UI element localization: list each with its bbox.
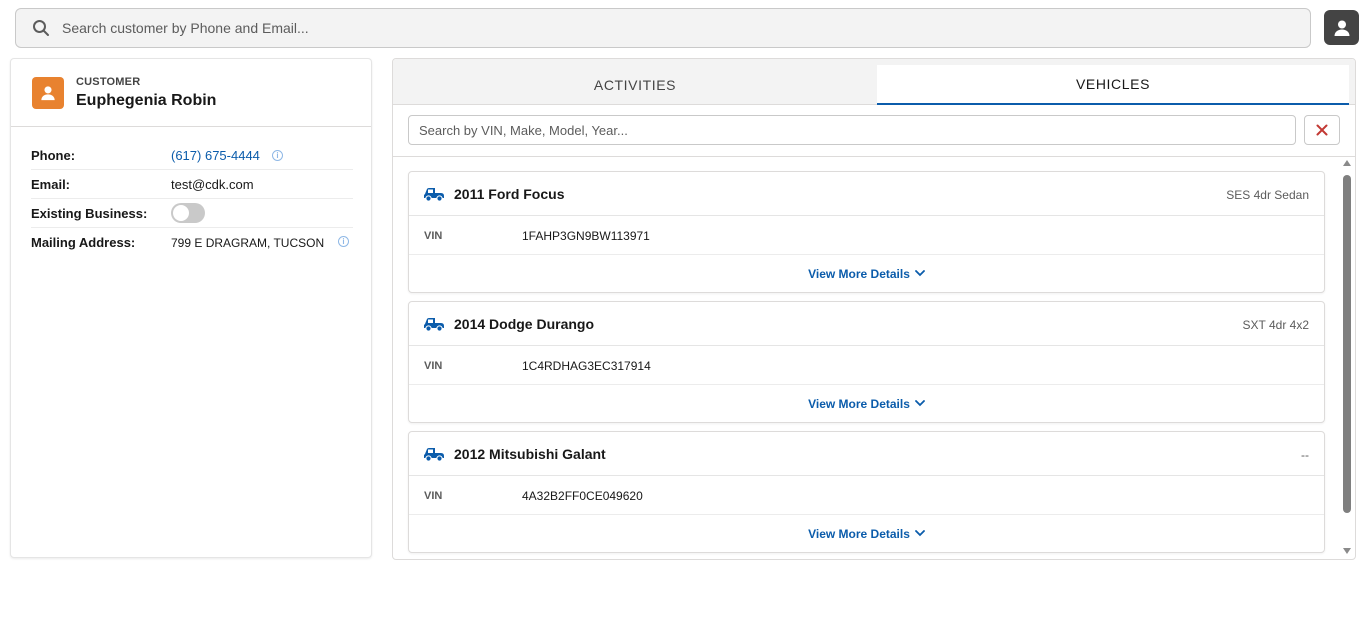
- view-more-label: View More Details: [808, 526, 910, 541]
- vehicle-title: 2011 Ford Focus: [454, 186, 565, 202]
- vehicles-panel: ACTIVITIES VEHICLES 2011 Ford Focus SES …: [392, 58, 1356, 560]
- existing-business-label: Existing Business:: [31, 205, 148, 221]
- vehicle-card-header: 2011 Ford Focus SES 4dr Sedan: [409, 172, 1324, 216]
- car-icon: [424, 448, 444, 462]
- vehicle-trim: SXT 4dr 4x2: [1242, 318, 1309, 332]
- vehicle-vin-row: VIN 1C4RDHAG3EC317914: [409, 346, 1324, 385]
- customer-search-bar[interactable]: [15, 8, 1311, 48]
- vehicle-list-scrollbar[interactable]: [1341, 157, 1353, 557]
- vehicle-more-row: View More Details: [409, 255, 1324, 292]
- vin-label: VIN: [424, 360, 443, 372]
- vehicle-card: 2012 Mitsubishi Galant -- VIN 4A32B2FF0C…: [408, 431, 1325, 553]
- detail-row-phone: Phone: (617) 675-4444 i: [31, 141, 353, 170]
- user-icon: [1334, 20, 1349, 36]
- vehicle-more-row: View More Details: [409, 385, 1324, 422]
- vehicle-trim: --: [1301, 448, 1309, 462]
- vehicle-card: 2014 Dodge Durango SXT 4dr 4x2 VIN 1C4RD…: [408, 301, 1325, 423]
- customer-name: Euphegenia Robin: [76, 92, 217, 109]
- vehicle-search-bar: [393, 105, 1355, 157]
- info-icon[interactable]: i: [272, 150, 283, 161]
- view-more-details-link[interactable]: View More Details: [808, 527, 925, 541]
- tab-vehicles[interactable]: VEHICLES: [877, 65, 1349, 105]
- vehicle-vin-row: VIN 4A32B2FF0CE049620: [409, 476, 1324, 515]
- customer-details: Phone: (617) 675-4444 i Email: test@cdk.…: [31, 141, 353, 257]
- vin-value: 1FAHP3GN9BW113971: [522, 229, 650, 243]
- phone-link[interactable]: (617) 675-4444: [171, 148, 260, 163]
- vehicle-trim: SES 4dr Sedan: [1226, 188, 1309, 202]
- email-value: test@cdk.com: [171, 176, 254, 192]
- car-icon: [424, 318, 444, 332]
- vehicle-card-header: 2012 Mitsubishi Galant --: [409, 432, 1324, 476]
- tab-activities[interactable]: ACTIVITIES: [393, 65, 877, 105]
- view-more-label: View More Details: [808, 266, 910, 281]
- scrollbar-thumb[interactable]: [1343, 175, 1351, 513]
- existing-business-toggle[interactable]: [171, 203, 205, 223]
- tab-bar: ACTIVITIES VEHICLES: [393, 59, 1355, 105]
- mailing-address-value: 799 E DRAGRAM, TUCSON: [171, 235, 325, 250]
- vin-label: VIN: [424, 490, 443, 502]
- customer-header: CUSTOMER Euphegenia Robin: [11, 59, 371, 127]
- vehicle-more-row: View More Details: [409, 515, 1324, 552]
- user-profile-button[interactable]: [1324, 10, 1359, 45]
- phone-label: Phone:: [31, 147, 76, 163]
- view-more-details-link[interactable]: View More Details: [808, 397, 925, 411]
- detail-row-mailing-address: Mailing Address: 799 E DRAGRAM, TUCSON i: [31, 228, 353, 257]
- chevron-down-icon: [915, 270, 925, 277]
- vin-value: 1C4RDHAG3EC317914: [522, 359, 651, 373]
- customer-search-input[interactable]: [62, 20, 1262, 36]
- vehicle-title: 2014 Dodge Durango: [454, 316, 595, 332]
- vin-label: VIN: [424, 230, 443, 242]
- customer-card: CUSTOMER Euphegenia Robin Phone: (617) 6…: [10, 58, 372, 558]
- info-icon[interactable]: i: [338, 236, 349, 247]
- customer-section-label: CUSTOMER: [76, 76, 141, 88]
- vehicle-list: 2011 Ford Focus SES 4dr Sedan VIN 1FAHP3…: [408, 171, 1326, 559]
- view-more-details-link[interactable]: View More Details: [808, 267, 925, 281]
- vehicle-card: 2011 Ford Focus SES 4dr Sedan VIN 1FAHP3…: [408, 171, 1325, 293]
- email-label: Email:: [31, 176, 71, 192]
- vehicle-search-input[interactable]: [408, 115, 1296, 145]
- clear-search-button[interactable]: [1304, 115, 1340, 145]
- chevron-down-icon: [915, 530, 925, 537]
- mailing-address-label: Mailing Address:: [31, 235, 136, 250]
- scroll-down-arrow-icon[interactable]: [1343, 548, 1351, 554]
- view-more-label: View More Details: [808, 396, 910, 411]
- customer-user-icon: [32, 77, 64, 109]
- vehicle-vin-row: VIN 1FAHP3GN9BW113971: [409, 216, 1324, 255]
- search-icon: [32, 18, 52, 38]
- detail-row-email: Email: test@cdk.com: [31, 170, 353, 199]
- chevron-down-icon: [915, 400, 925, 407]
- vehicle-title: 2012 Mitsubishi Galant: [454, 446, 606, 462]
- vehicle-card-header: 2014 Dodge Durango SXT 4dr 4x2: [409, 302, 1324, 346]
- car-icon: [424, 188, 444, 202]
- detail-row-existing-business: Existing Business:: [31, 199, 353, 228]
- scroll-up-arrow-icon[interactable]: [1343, 160, 1351, 166]
- close-icon: [1316, 124, 1328, 136]
- vin-value: 4A32B2FF0CE049620: [522, 489, 643, 503]
